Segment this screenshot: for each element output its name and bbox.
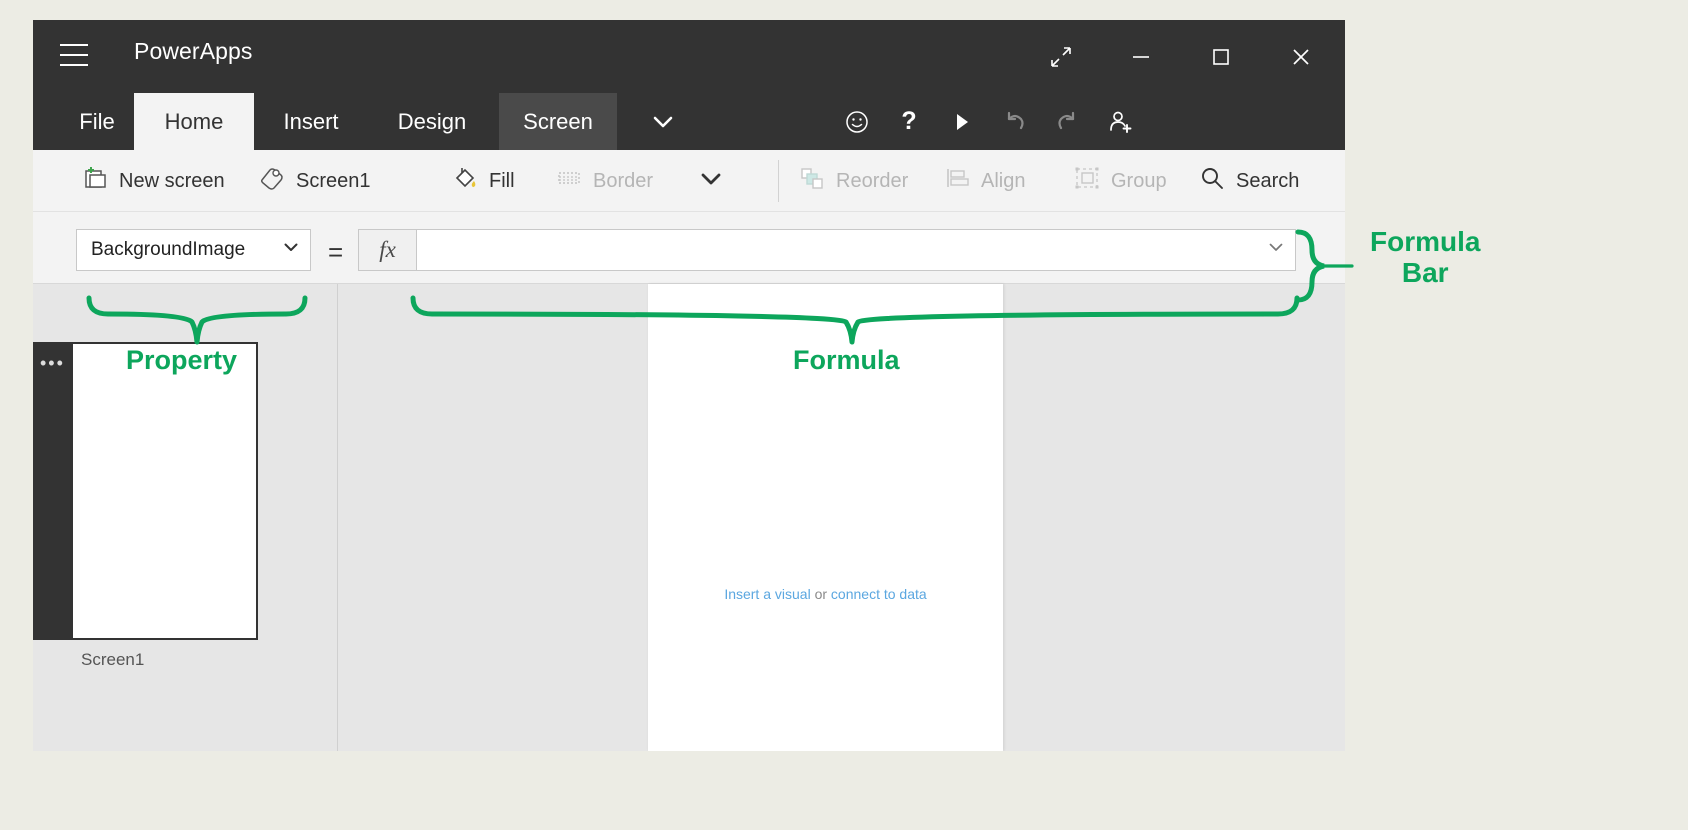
hint-middle-text: or bbox=[810, 586, 831, 602]
share-add-user-button[interactable] bbox=[1095, 93, 1147, 150]
smiley-icon bbox=[846, 110, 868, 133]
help-button[interactable]: ? bbox=[883, 93, 935, 150]
group-button[interactable]: Group bbox=[1073, 150, 1167, 212]
tab-design[interactable]: Design bbox=[378, 93, 486, 150]
chevron-down-icon bbox=[282, 238, 300, 262]
tab-file[interactable]: File bbox=[66, 93, 128, 150]
screen-thumbnail-label: Screen1 bbox=[81, 650, 145, 669]
fill-label: Fill bbox=[489, 169, 515, 192]
formula-input-wrapper[interactable] bbox=[416, 229, 1296, 271]
play-preview-button[interactable] bbox=[935, 93, 987, 150]
screen-name-label: Screen1 bbox=[296, 169, 371, 192]
insert-a-visual-link[interactable]: Insert a visual bbox=[724, 586, 810, 602]
property-dropdown-value: BackgroundImage bbox=[91, 239, 246, 260]
minimize-button[interactable] bbox=[1118, 40, 1164, 74]
canvas-empty-hint: Insert a visual or connect to data bbox=[648, 586, 1003, 602]
align-icon bbox=[943, 164, 971, 198]
redo-button[interactable] bbox=[1041, 93, 1093, 150]
search-button[interactable]: Search bbox=[1198, 150, 1299, 212]
play-triangle-icon bbox=[957, 113, 968, 130]
align-button[interactable]: Align bbox=[943, 150, 1025, 212]
chevron-down-icon bbox=[653, 116, 673, 127]
chevron-down-icon bbox=[697, 164, 725, 198]
undo-button[interactable] bbox=[989, 93, 1041, 150]
person-plus-icon bbox=[1110, 111, 1132, 133]
new-screen-icon bbox=[81, 164, 109, 198]
tabs-expand-chevron[interactable] bbox=[632, 93, 694, 150]
tab-home[interactable]: Home bbox=[134, 93, 254, 150]
screen-thumbnail-preview[interactable] bbox=[71, 342, 258, 640]
new-screen-label: New screen bbox=[119, 169, 225, 192]
reorder-button[interactable]: Reorder bbox=[798, 150, 908, 212]
formula-bar: BackgroundImage = fx bbox=[33, 212, 1345, 284]
ribbon-overflow-chevron[interactable] bbox=[697, 150, 725, 212]
ellipsis-more-icon[interactable]: ••• bbox=[40, 354, 65, 372]
screen-thumbnail-rail[interactable]: ••• bbox=[33, 342, 71, 640]
formula-input[interactable] bbox=[429, 230, 1267, 270]
formula-annotation-label: Formula bbox=[793, 345, 900, 375]
search-magnifier-icon bbox=[1198, 164, 1226, 198]
border-button[interactable]: Border bbox=[555, 150, 653, 212]
fill-button[interactable]: Fill bbox=[451, 150, 515, 212]
tab-screen[interactable]: Screen bbox=[499, 93, 617, 150]
ribbon-divider bbox=[778, 160, 779, 202]
group-label: Group bbox=[1111, 169, 1167, 192]
property-annotation-label: Property bbox=[126, 345, 238, 375]
restore-fullscreen-button[interactable] bbox=[1038, 40, 1084, 74]
border-label: Border bbox=[593, 169, 654, 192]
search-label: Search bbox=[1236, 169, 1300, 192]
screen-thumbnail-item[interactable]: ••• bbox=[33, 342, 258, 640]
close-button[interactable] bbox=[1278, 40, 1324, 74]
equals-sign: = bbox=[328, 237, 344, 267]
connect-to-data-link[interactable]: connect to data bbox=[831, 586, 927, 602]
ribbon-tabs: File Home Insert Design Screen ? bbox=[33, 93, 1345, 150]
new-screen-button[interactable]: New screen bbox=[81, 150, 225, 212]
ribbon-command-bar: New screen Screen1 Fill Border Reorder A… bbox=[33, 150, 1345, 212]
align-label: Align bbox=[981, 169, 1026, 192]
reorder-squares-icon bbox=[798, 164, 826, 198]
app-title: PowerApps bbox=[134, 38, 253, 64]
screen-name-button[interactable]: Screen1 bbox=[258, 150, 371, 212]
reorder-label: Reorder bbox=[836, 169, 909, 192]
chevron-down-icon[interactable] bbox=[1267, 238, 1285, 262]
maximize-button[interactable] bbox=[1198, 40, 1244, 74]
minimize-icon bbox=[1133, 56, 1149, 58]
diagonal-arrows-icon bbox=[1051, 47, 1071, 67]
feedback-smiley-button[interactable] bbox=[831, 93, 883, 150]
maximize-icon bbox=[1213, 49, 1229, 65]
fx-button[interactable]: fx bbox=[358, 229, 416, 271]
formula-bar-annotation-label: Formula Bar bbox=[1370, 226, 1481, 289]
property-dropdown[interactable]: BackgroundImage bbox=[76, 229, 311, 271]
paint-bucket-icon bbox=[451, 164, 479, 198]
tab-insert[interactable]: Insert bbox=[265, 93, 357, 150]
close-x-icon bbox=[1293, 49, 1309, 65]
border-dashed-icon bbox=[555, 164, 583, 198]
undo-arrow-icon bbox=[1007, 111, 1024, 129]
group-icon bbox=[1073, 164, 1101, 198]
redo-arrow-icon bbox=[1058, 111, 1075, 129]
hamburger-menu-icon[interactable] bbox=[60, 44, 88, 66]
tag-icon bbox=[258, 164, 286, 198]
title-bar: PowerApps bbox=[33, 20, 1345, 93]
powerapps-window: PowerApps File Home Insert Design Screen… bbox=[33, 20, 1345, 751]
